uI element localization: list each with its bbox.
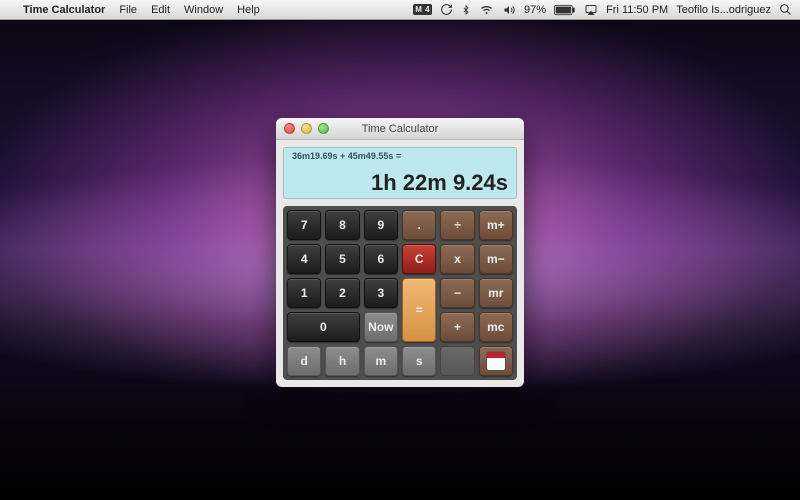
key-6[interactable]: 6: [364, 244, 398, 274]
key-mminus[interactable]: m−: [479, 244, 513, 274]
battery-icon[interactable]: [554, 4, 576, 16]
menu-window[interactable]: Window: [177, 0, 230, 20]
key-mc[interactable]: mc: [479, 312, 513, 342]
key-1[interactable]: 1: [287, 278, 321, 308]
key-7[interactable]: 7: [287, 210, 321, 240]
window-title: Time Calculator: [276, 123, 524, 135]
display-result: 1h 22m 9.24s: [292, 170, 508, 196]
key-now[interactable]: Now: [364, 312, 398, 342]
calculator-keypad: 7 8 9 . ÷ m+ 4 5 6 C x m− 1 2 3 = − mr 0…: [283, 206, 517, 380]
key-minus[interactable]: −: [440, 278, 474, 308]
key-days[interactable]: d: [287, 346, 321, 376]
key-minutes[interactable]: m: [364, 346, 398, 376]
key-5[interactable]: 5: [325, 244, 359, 274]
airplay-icon[interactable]: [584, 4, 598, 16]
calculator-display: 36m19.69s + 45m49.55s = 1h 22m 9.24s: [283, 147, 517, 199]
key-calendar[interactable]: [479, 346, 513, 376]
key-4[interactable]: 4: [287, 244, 321, 274]
key-0[interactable]: 0: [287, 312, 360, 342]
window-titlebar[interactable]: Time Calculator: [276, 118, 524, 140]
adobe-badge-icon[interactable]: M 4: [413, 4, 432, 15]
desktop-wallpaper: Time Calculator File Edit Window Help M …: [0, 0, 800, 500]
spotlight-icon[interactable]: [779, 3, 792, 16]
key-3[interactable]: 3: [364, 278, 398, 308]
key-mr[interactable]: mr: [479, 278, 513, 308]
key-equals[interactable]: =: [402, 278, 436, 342]
key-decimal[interactable]: .: [402, 210, 436, 240]
key-multiply[interactable]: x: [440, 244, 474, 274]
key-plus[interactable]: +: [440, 312, 474, 342]
calendar-icon: [487, 352, 505, 370]
wifi-icon[interactable]: [479, 4, 494, 16]
volume-icon[interactable]: [502, 4, 516, 16]
time-calculator-window: Time Calculator 36m19.69s + 45m49.55s = …: [276, 118, 524, 387]
key-2[interactable]: 2: [325, 278, 359, 308]
key-divide[interactable]: ÷: [440, 210, 474, 240]
bluetooth-icon[interactable]: [461, 3, 471, 17]
display-expression: 36m19.69s + 45m49.55s =: [292, 151, 508, 161]
key-hours[interactable]: h: [325, 346, 359, 376]
menu-file[interactable]: File: [112, 0, 144, 20]
key-seconds[interactable]: s: [402, 346, 436, 376]
key-9[interactable]: 9: [364, 210, 398, 240]
sync-icon[interactable]: [440, 3, 453, 16]
menu-bar: Time Calculator File Edit Window Help M …: [0, 0, 800, 20]
app-menu[interactable]: Time Calculator: [16, 0, 112, 20]
menubar-clock[interactable]: Fri 11:50 PM: [606, 4, 668, 16]
menu-help[interactable]: Help: [230, 0, 267, 20]
key-mplus[interactable]: m+: [479, 210, 513, 240]
menubar-user[interactable]: Teofilo Is...odriguez: [676, 4, 771, 16]
menu-edit[interactable]: Edit: [144, 0, 177, 20]
key-clear[interactable]: C: [402, 244, 436, 274]
battery-percent: 97%: [524, 4, 546, 16]
key-blank: [440, 346, 474, 376]
key-8[interactable]: 8: [325, 210, 359, 240]
